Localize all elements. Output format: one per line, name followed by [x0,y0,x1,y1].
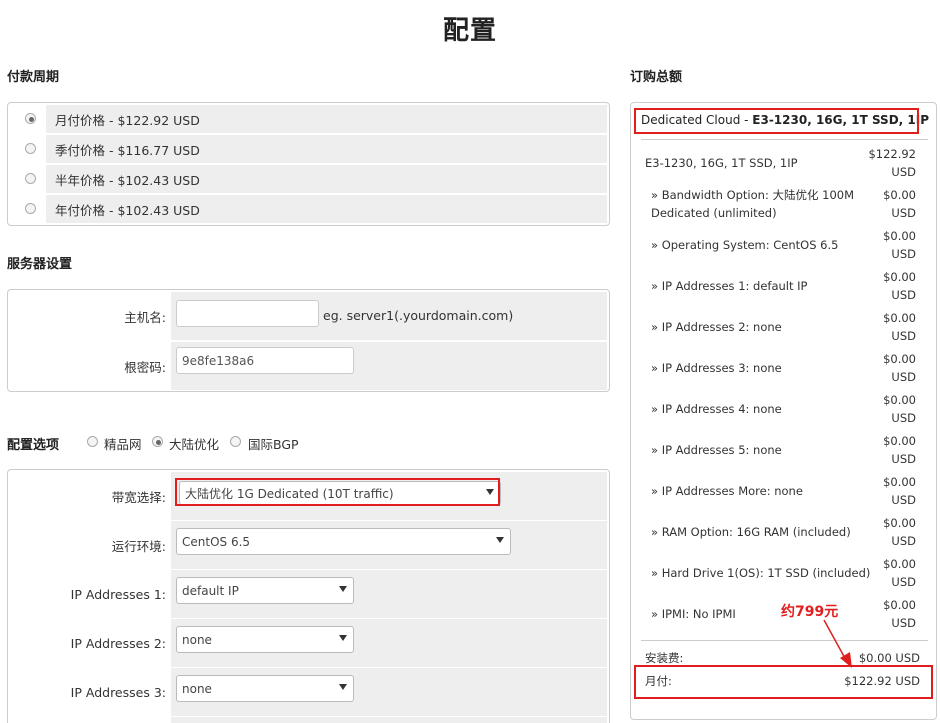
hostname-cell: eg. server1(.yourdomain.com) [171,292,607,340]
os-cell: CentOS 6.5 [171,521,607,569]
hostname-label: 主机名: [124,309,166,325]
billing-option-monthly[interactable]: 月付价格 - $122.92 USD [46,105,607,133]
summary-line-price: $0.00 USD [883,557,916,589]
ip2-select[interactable]: none [176,626,354,653]
network-option-label[interactable]: 国际BGP [248,434,299,453]
os-select-value: CentOS 6.5 [182,534,251,549]
network-premium-radio[interactable] [87,436,98,447]
billing-annual-radio[interactable] [25,203,36,214]
next-row [8,717,609,723]
summary-line-ip4: » IP Addresses 4: none [651,402,782,416]
summary-line-price: $0.00 USD [883,516,916,548]
summary-line-price: $0.00 USD [883,352,916,384]
product-highlight-box [634,108,919,134]
ip3-select-value: none [182,681,212,696]
summary-line-ip2: » IP Addresses 2: none [651,320,782,334]
billing-panel: 月付价格 - $122.92 USD 季付价格 - $116.77 USD 半年… [7,102,610,226]
billing-monthly-radio[interactable] [25,113,36,124]
ip3-row: IP Addresses 3: none [8,668,609,716]
ip1-row: IP Addresses 1: default IP [8,570,609,618]
next-cell [171,717,607,723]
billing-option-label: 月付价格 - $122.92 USD [55,112,200,128]
summary-line-price: $0.00 USD [883,270,916,302]
os-select[interactable]: CentOS 6.5 [176,528,511,555]
summary-divider [641,640,928,641]
ip2-row: IP Addresses 2: none [8,619,609,667]
bandwidth-highlight-box [175,478,500,506]
summary-line-price: $0.00 USD [883,434,916,466]
billing-option-annual[interactable]: 年付价格 - $102.43 USD [46,195,607,223]
chevron-down-icon [339,635,347,641]
summary-divider [641,139,928,140]
summary-line-ram: » RAM Option: 16G RAM (included) [651,525,851,539]
config-panel: 带宽选择: 大陆优化 1G Dedicated (10T traffic) 运行… [7,469,610,723]
ip3-select[interactable]: none [176,675,354,702]
billing-option-label: 季付价格 - $116.77 USD [55,142,200,158]
billing-option-label: 年付价格 - $102.43 USD [55,202,200,218]
billing-option-quarterly[interactable]: 季付价格 - $116.77 USD [46,135,607,163]
summary-line-ip3: » IP Addresses 3: none [651,361,782,375]
hostname-hint: eg. server1(.yourdomain.com) [323,308,514,323]
summary-line-ip-more: » IP Addresses More: none [651,484,803,498]
ip1-select[interactable]: default IP [176,577,354,604]
network-mainland-radio[interactable] [152,436,163,447]
summary-line-disk: » Hard Drive 1(OS): 1T SSD (included) [651,566,871,580]
hostname-input[interactable] [176,300,319,327]
summary-line-ip5: » IP Addresses 5: none [651,443,782,457]
server-section-title: 服务器设置 [7,257,73,272]
summary-line-price: $0.00 USD [883,311,916,343]
chevron-down-icon [339,586,347,592]
network-option-label[interactable]: 精品网 [104,434,142,453]
rootpw-row: 根密码: 9e8fe138a6 [8,342,609,390]
ip1-select-value: default IP [182,583,239,598]
summary-line-product: E3-1230, 16G, 1T SSD, 1IP [645,156,798,170]
config-section-title: 配置选项 [7,438,60,453]
ip2-cell: none [171,619,607,667]
page-title: 配置 [442,16,497,46]
summary-panel: Dedicated Cloud - E3-1230, 16G, 1T SSD, … [630,102,937,720]
os-label: 运行环境: [111,538,166,554]
rootpw-cell: 9e8fe138a6 [171,342,607,390]
ip1-label: IP Addresses 1: [70,586,166,602]
os-row: 运行环境: CentOS 6.5 [8,521,609,569]
billing-option-semiannual[interactable]: 半年价格 - $102.43 USD [46,165,607,193]
server-panel: 主机名: eg. server1(.yourdomain.com) 根密码: 9… [7,289,610,392]
summary-line-price: $0.00 USD [883,188,916,220]
summary-section-title: 订购总额 [630,70,683,85]
ip1-cell: default IP [171,570,607,618]
ip2-label: IP Addresses 2: [70,635,166,651]
billing-option-label: 半年价格 - $102.43 USD [55,172,200,188]
summary-line-price: $0.00 USD [883,393,916,425]
summary-line-price: $0.00 USD [883,598,916,630]
rootpw-input[interactable]: 9e8fe138a6 [176,347,354,374]
billing-section-title: 付款周期 [7,70,60,85]
billing-semiannual-radio[interactable] [25,173,36,184]
rootpw-label: 根密码: [124,359,166,375]
annotation-arrow-icon [823,619,852,668]
summary-line-price: $122.92 USD [868,147,916,179]
summary-line-price: $0.00 USD [883,475,916,507]
billing-quarterly-radio[interactable] [25,143,36,154]
summary-line-ipmi: » IPMI: No IPMI [651,607,736,621]
chevron-down-icon [339,684,347,690]
summary-line-price: $0.00 USD [883,229,916,261]
summary-line-bandwidth: » Bandwidth Option: 大陆优化 100M Dedicated (… [651,188,855,220]
summary-line-ip1: » IP Addresses 1: default IP [651,279,808,293]
hostname-row: 主机名: eg. server1(.yourdomain.com) [8,292,609,340]
ip3-label: IP Addresses 3: [70,684,166,700]
ip2-select-value: none [182,632,212,647]
network-bgp-radio[interactable] [230,436,241,447]
monthly-highlight-box [634,665,933,699]
ip3-cell: none [171,668,607,716]
network-option-label[interactable]: 大陆优化 [169,434,219,453]
bandwidth-label: 带宽选择: [111,489,166,505]
chevron-down-icon [496,537,504,543]
summary-line-os: » Operating System: CentOS 6.5 [651,238,839,252]
